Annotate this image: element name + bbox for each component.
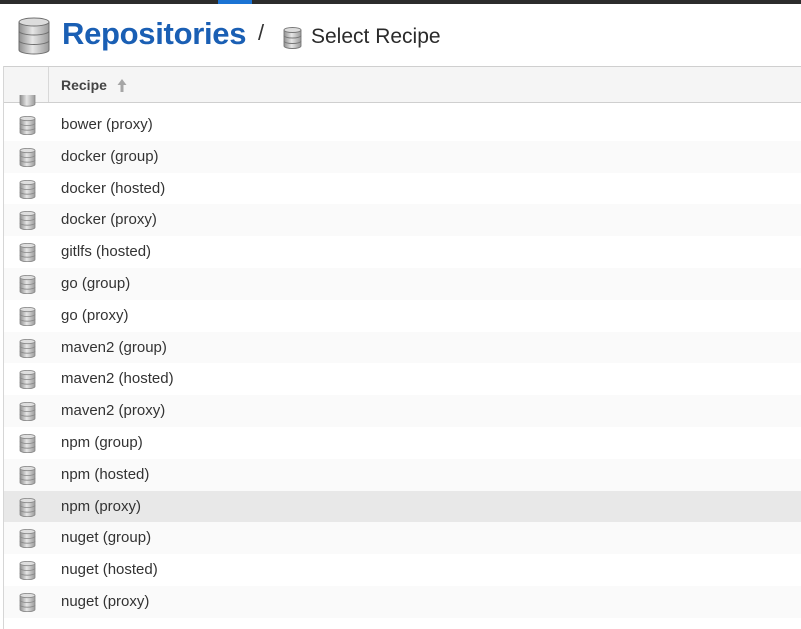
recipe-label: nuget (group)	[61, 529, 152, 547]
database-icon	[19, 211, 36, 231]
recipe-label: gitlfs (hosted)	[61, 243, 152, 261]
table-row[interactable]: npm (hosted)	[4, 458, 801, 491]
recipe-grid: Recipe bower (proxy) docker (group) docker…	[3, 66, 801, 629]
recipe-label: nuget (hosted)	[61, 561, 158, 579]
database-icon	[19, 561, 36, 581]
table-row[interactable]: bower (proxy)	[4, 109, 801, 141]
database-icon	[19, 338, 36, 358]
database-icon	[19, 243, 36, 263]
database-icon	[19, 306, 36, 326]
recipe-label: docker (group)	[61, 147, 159, 165]
sort-ascending-icon[interactable]	[117, 78, 127, 93]
recipe-label: maven2 (hosted)	[61, 370, 174, 388]
recipe-label: docker (hosted)	[61, 179, 166, 197]
database-icon	[19, 274, 36, 294]
recipe-label: npm (group)	[61, 433, 143, 451]
page-header: Repositories / Select Recipe	[0, 4, 801, 66]
recipe-label: go (proxy)	[61, 306, 129, 324]
recipe-label: bower (proxy)	[61, 116, 153, 133]
recipe-label: go (group)	[61, 274, 131, 292]
table-row[interactable]: gitlfs (hosted)	[4, 236, 801, 268]
database-icon	[19, 465, 36, 485]
breadcrumb-separator: /	[258, 20, 265, 45]
database-icon	[19, 529, 36, 549]
recipe-label: nuget (proxy)	[61, 592, 150, 610]
database-icon	[19, 592, 36, 612]
table-row[interactable]: go (proxy)	[4, 300, 801, 332]
grid-header: Recipe	[4, 66, 801, 103]
table-row[interactable]: go (group)	[4, 267, 801, 300]
recipe-column-header[interactable]: Recipe	[61, 77, 107, 93]
table-row[interactable]: docker (group)	[4, 140, 801, 173]
database-icon	[283, 27, 302, 49]
table-row[interactable]: docker (hosted)	[4, 173, 801, 205]
database-icon	[19, 497, 36, 517]
recipe-label: maven2 (group)	[61, 338, 167, 356]
database-icon	[18, 17, 50, 55]
recipe-label: maven2 (proxy)	[61, 402, 166, 420]
table-row[interactable]: nuget (group)	[4, 522, 801, 555]
database-icon	[19, 370, 36, 390]
recipe-label: npm (proxy)	[61, 497, 142, 515]
recipe-label: npm (hosted)	[61, 465, 150, 483]
recipe-label: docker (proxy)	[61, 211, 157, 229]
database-icon	[19, 95, 36, 107]
database-icon	[19, 433, 36, 453]
database-icon	[19, 116, 36, 135]
table-row[interactable]: npm (group)	[4, 427, 801, 459]
recipe-list: bower (proxy) docker (group) docker (hoste…	[4, 95, 801, 618]
table-row[interactable]: nuget (proxy)	[4, 585, 801, 618]
database-icon	[19, 402, 36, 422]
table-row[interactable]: nuget (hosted)	[4, 554, 801, 586]
table-row[interactable]: docker (proxy)	[4, 204, 801, 237]
table-row[interactable]: maven2 (hosted)	[4, 363, 801, 395]
breadcrumb-current: Select Recipe	[311, 25, 441, 48]
table-row[interactable]: maven2 (proxy)	[4, 395, 801, 427]
database-icon	[19, 147, 36, 167]
table-row[interactable]: npm (proxy)	[4, 490, 801, 523]
database-icon	[19, 179, 36, 199]
page-title[interactable]: Repositories	[62, 16, 246, 52]
table-row[interactable]: maven2 (group)	[4, 331, 801, 364]
